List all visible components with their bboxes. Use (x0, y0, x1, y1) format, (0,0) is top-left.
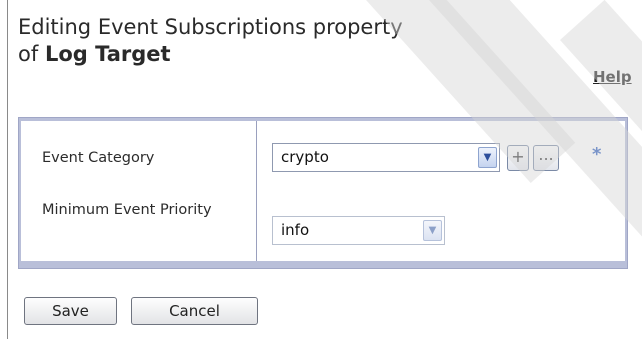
event-category-value: crypto (281, 148, 329, 166)
form-table: Event Category crypto ▼ + ... * Minimum … (21, 121, 625, 261)
chevron-down-icon[interactable]: ▼ (478, 147, 497, 168)
add-category-button[interactable]: + (507, 145, 529, 171)
event-category-label: Event Category (42, 150, 155, 166)
minimum-event-priority-value: info (281, 221, 310, 239)
column-divider (256, 121, 257, 261)
save-button[interactable]: Save (24, 297, 117, 325)
page-title: Editing Event Subscriptions property of … (18, 14, 558, 68)
chevron-down-icon[interactable]: ▼ (423, 220, 442, 241)
cancel-button[interactable]: Cancel (131, 297, 258, 325)
browse-category-button[interactable]: ... (533, 145, 559, 171)
event-category-select[interactable]: crypto ▼ (272, 143, 500, 172)
page-left-border (7, 0, 8, 339)
required-indicator: * (592, 144, 602, 165)
page-title-line1: Editing Event Subscriptions property (18, 15, 403, 39)
form-panel: Event Category crypto ▼ + ... * Minimum … (18, 117, 628, 269)
help-link[interactable]: Help (593, 68, 632, 86)
page-title-object: Log Target (44, 42, 171, 66)
minimum-event-priority-select[interactable]: info ▼ (272, 216, 445, 245)
page-title-prefix: of (18, 42, 39, 66)
minimum-event-priority-label: Minimum Event Priority (42, 202, 212, 218)
